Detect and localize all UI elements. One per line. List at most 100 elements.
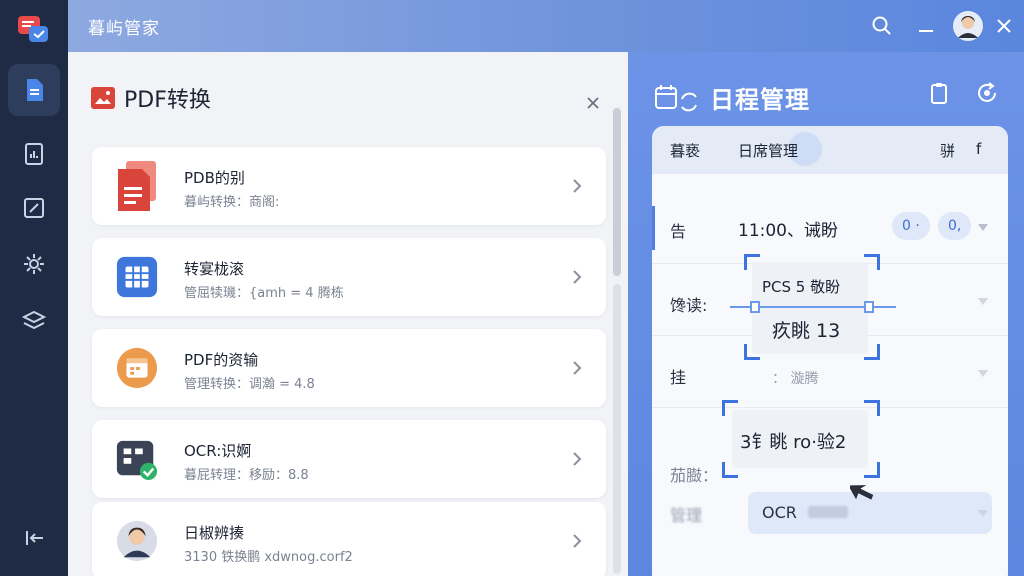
gear-icon [24,254,44,274]
selection-corner [722,400,738,416]
list-item[interactable]: PDB的别 暮屿转换：商阁: [92,147,606,225]
chevron-right-icon [573,452,582,466]
tab-3[interactable]: f [976,140,981,158]
edit-icon [24,198,44,218]
app-logo-icon [16,12,50,46]
chevron-down-icon[interactable] [978,224,988,231]
row-label: 馋读: [670,296,708,315]
list-item[interactable]: OCR:识婀 暮屁转理：移励：8.8 [92,420,606,498]
schedule-header: 日程管理 [654,80,810,115]
refresh-button[interactable] [974,80,1000,106]
rail-item-layers[interactable] [8,294,60,346]
pdf-file-icon [114,159,160,213]
row-label: 挂 [670,368,687,387]
tab-2[interactable]: 骈 [940,140,955,161]
chevron-right-icon [573,179,582,193]
refresh-icon [978,82,996,102]
search-button[interactable] [868,12,896,40]
list-item[interactable]: 日椒辨揍 3130 铁换鹏 xdwnog.corf2 [92,502,606,576]
cursor-arrow-icon [850,485,874,500]
pdf-image-icon [91,87,115,109]
chevron-right-icon [573,270,582,284]
list-item[interactable]: 转宴栊滚 管屈犊璣：{amh = 4 腾栋 [92,238,606,316]
row-pill[interactable]: 0 · [892,212,930,240]
ocr-bar-blur [808,506,848,518]
rail-collapse-button[interactable] [8,512,60,564]
selection-corner [744,344,760,360]
schedule-panel: 日程管理 暮亵 日席管理 骈 f 告 11:00、诫盼 0 · 0, 馋读: 挂… [628,52,1024,576]
chevron-down-icon[interactable] [978,370,988,377]
popup-text: 3钅眺 ro·验2 [740,432,847,453]
list-item-subtitle: 暮屁转理：移励：8.8 [184,468,309,483]
chevron-down-icon[interactable] [978,298,988,305]
row-label: 告 [670,222,687,241]
rail-item-settings[interactable] [8,238,60,290]
close-icon [587,97,599,109]
resize-handle[interactable] [750,301,760,313]
list-item-title: PDF的资输 [184,351,259,369]
rail-item-edit[interactable] [8,182,60,234]
pdf-panel: PDF转换 PDB的别 暮屿转换：商阁: 转宴栊滚 管屈犊璣：{amh = 4 … [68,52,628,576]
selection-corner [864,462,880,478]
row-pill[interactable]: 0, [938,212,972,240]
app-title: 暮屿管家 [88,19,160,39]
list-item-subtitle: 管屈犊璣：{amh = 4 腾栋 [184,286,344,301]
popup-line2: 疚眺 13 [772,320,841,342]
close-button[interactable] [990,12,1018,40]
popup-line1: PCS 5 敬盼 [762,278,841,296]
selection-corner [722,462,738,478]
calendar-sync-icon [655,84,697,111]
row-label: 管理 [670,506,703,525]
rail-item-reports[interactable] [8,128,60,180]
selection-corner [864,344,880,360]
list-item-title: 转宴栊滚 [184,260,245,278]
chevron-right-icon [573,361,582,375]
chart-file-icon [25,143,43,165]
row-sub: ： 漩腾 [772,371,819,387]
selection-popup[interactable]: PCS 5 敬盼 疚眺 13 [752,262,868,354]
tab-schedule[interactable]: 日席管理 [738,140,798,161]
selection-corner [864,254,880,270]
list-item-title: 日椒辨揍 [184,524,245,542]
list-item-subtitle: 3130 铁换鹏 xdwnog.corf2 [184,550,353,565]
chevron-right-icon [573,534,582,548]
list-item-subtitle: 管理转换：调瀚 = 4.8 [184,377,315,392]
list-item-subtitle: 暮屿转换：商阁: [184,195,280,210]
selection-popup[interactable]: 3钅眺 ro·验2 [732,410,868,468]
nav-rail [0,0,68,576]
row-label: 茄臌： [670,466,719,485]
row-time: 11:00、诫盼 [738,221,838,241]
list-item[interactable]: PDF的资输 管理转换：调瀚 = 4.8 [92,329,606,407]
pdf-title: PDF转换 [124,88,211,113]
person-avatar [114,514,160,568]
resize-handle[interactable] [864,301,874,313]
pdf-header: PDF转换 [90,82,211,114]
clipboard-button[interactable] [926,80,952,106]
row-accent [652,206,655,250]
tab-0[interactable]: 暮亵 [670,140,700,161]
schedule-tabs: 暮亵 日席管理 骈 f [652,126,1008,174]
list-item-title: PDB的别 [184,169,245,187]
user-avatar-icon [953,11,983,41]
ocr-check-icon [114,432,160,486]
schedule-title: 日程管理 [710,86,810,114]
calendar-icon [114,341,160,395]
title-bar: 暮屿管家 [68,0,1024,52]
avatar[interactable] [952,10,984,42]
ocr-bar-label: OCR [762,503,797,522]
collapse-icon [26,531,43,545]
schedule-row[interactable]: 告 11:00、诫盼 0 · 0, [652,184,1008,264]
rail-item-documents[interactable] [8,64,60,116]
pdf-close-button[interactable] [584,94,602,112]
scrollbar-track[interactable] [613,284,621,574]
minimize-button[interactable] [912,12,940,40]
minimize-icon [919,30,933,32]
close-icon [997,19,1011,33]
selection-corner [744,254,760,270]
scrollbar-thumb[interactable] [613,108,621,276]
layers-icon [21,310,47,330]
document-icon [27,79,43,101]
clipboard-icon [931,83,947,104]
chevron-down-icon[interactable] [978,510,988,517]
search-icon [872,16,891,35]
